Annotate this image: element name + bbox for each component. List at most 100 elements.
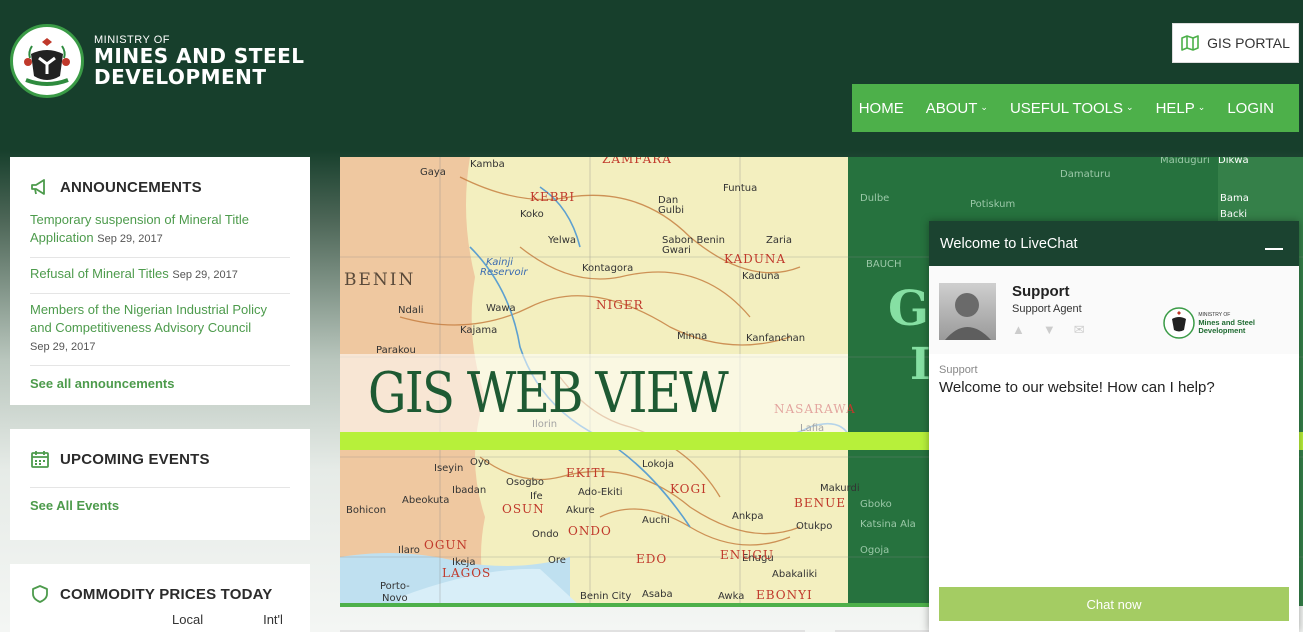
logo-line-1: MINES AND STEEL xyxy=(94,44,305,68)
commodity-card: COMMODITY PRICES TODAY Local Int'l xyxy=(10,564,310,632)
svg-text:ONDO: ONDO xyxy=(568,524,612,538)
thumbs-down-icon[interactable]: ▼ xyxy=(1043,322,1056,338)
svg-text:Kanfanchan: Kanfanchan xyxy=(746,333,805,344)
nav-about[interactable]: ABOUT ⌄ xyxy=(915,100,999,117)
svg-text:Damaturu: Damaturu xyxy=(1060,169,1110,180)
svg-text:Ondo: Ondo xyxy=(532,529,559,540)
svg-text:BAUCH: BAUCH xyxy=(866,259,902,270)
svg-text:Iseyin: Iseyin xyxy=(434,463,463,474)
gis-portal-button[interactable]: GIS PORTAL xyxy=(1172,23,1299,63)
svg-text:Minna: Minna xyxy=(677,331,707,342)
nav-help-label: HELP xyxy=(1155,99,1195,117)
coat-of-arms-icon xyxy=(10,24,84,98)
nav-about-label: ABOUT xyxy=(925,99,978,117)
svg-text:Ankpa: Ankpa xyxy=(732,511,763,522)
see-all-events-link[interactable]: See All Events xyxy=(30,488,290,529)
svg-text:Ndali: Ndali xyxy=(398,305,424,316)
events-card: UPCOMING EVENTS See All Events xyxy=(10,429,310,540)
site-logo[interactable]: MINISTRY OF MINES AND STEEL DEVELOPMENT xyxy=(10,24,305,98)
svg-text:OGUN: OGUN xyxy=(424,538,468,552)
svg-text:Ogoja: Ogoja xyxy=(860,545,889,556)
nav-useful-tools-label: USEFUL TOOLS xyxy=(1009,99,1124,117)
svg-text:BENIN: BENIN xyxy=(344,270,415,290)
svg-text:Oyo: Oyo xyxy=(470,457,490,468)
svg-text:ZAMFARA: ZAMFARA xyxy=(602,157,672,166)
svg-text:Bohicon: Bohicon xyxy=(346,505,386,516)
nav-home-label: HOME xyxy=(858,99,904,117)
livechat-widget: Welcome to LiveChat Support Support Agen… xyxy=(929,221,1299,632)
calendar-icon xyxy=(31,451,49,468)
announcements-card: ANNOUNCEMENTS Temporary suspension of Mi… xyxy=(10,157,310,405)
svg-text:Ilaro: Ilaro xyxy=(398,545,420,556)
announcement-item[interactable]: Refusal of Mineral Titles Sep 29, 2017 xyxy=(30,258,290,294)
svg-text:Kamba: Kamba xyxy=(470,159,505,170)
svg-text:Yelwa: Yelwa xyxy=(547,235,576,246)
svg-text:Lokoja: Lokoja xyxy=(642,459,674,470)
map-icon xyxy=(1181,35,1199,51)
svg-text:Maiduguri: Maiduguri xyxy=(1160,157,1210,166)
svg-text:EBONYI: EBONYI xyxy=(756,588,813,602)
minimize-icon[interactable] xyxy=(1265,247,1283,250)
shield-icon xyxy=(32,585,48,603)
svg-text:Dikwa: Dikwa xyxy=(1218,157,1249,166)
agent-avatar xyxy=(939,283,996,340)
nav-login-label: LOGIN xyxy=(1227,99,1274,117)
svg-text:Kajama: Kajama xyxy=(460,325,497,336)
nav-useful-tools[interactable]: USEFUL TOOLS ⌄ xyxy=(999,100,1145,117)
nav-login[interactable]: LOGIN xyxy=(1216,100,1285,117)
company-logo: MINISTRY OF Mines and Steel Development xyxy=(1163,291,1255,354)
svg-text:Otukpo: Otukpo xyxy=(796,521,832,532)
svg-text:OSUN: OSUN xyxy=(502,502,545,516)
svg-text:Ado-Ekiti: Ado-Ekiti xyxy=(578,487,623,498)
chevron-down-icon: ⌄ xyxy=(1126,101,1134,112)
chevron-down-icon: ⌄ xyxy=(1197,101,1206,112)
svg-text:Porto-: Porto- xyxy=(380,581,410,592)
announcement-link[interactable]: Members of the Nigerian Industrial Polic… xyxy=(30,301,290,337)
svg-text:LAGOS: LAGOS xyxy=(442,566,491,580)
announcement-item[interactable]: Members of the Nigerian Industrial Polic… xyxy=(30,294,290,366)
svg-text:Bama: Bama xyxy=(1220,193,1249,204)
nav-help[interactable]: HELP ⌄ xyxy=(1145,100,1217,117)
column-local: Local xyxy=(172,612,204,627)
svg-text:Ore: Ore xyxy=(548,555,566,566)
announcements-title: ANNOUNCEMENTS xyxy=(60,178,202,196)
agent-panel: Support Support Agent ▲ ▼ ✉ MINISTRY OF … xyxy=(929,266,1299,354)
announcement-date: Sep 29, 2017 xyxy=(30,341,96,353)
svg-text:Kontagora: Kontagora xyxy=(582,263,633,274)
svg-text:Katsina Ala: Katsina Ala xyxy=(860,519,916,530)
announcement-item[interactable]: Temporary suspension of Mineral Title Ap… xyxy=(30,211,290,258)
svg-text:Abeokuta: Abeokuta xyxy=(402,495,449,506)
svg-text:Potiskum: Potiskum xyxy=(970,199,1015,210)
svg-text:Backi: Backi xyxy=(1220,209,1247,220)
svg-text:Funtua: Funtua xyxy=(723,183,757,194)
agent-role: Support Agent xyxy=(1012,303,1082,315)
svg-text:EDO: EDO xyxy=(636,552,667,566)
hero-accent-bar xyxy=(340,603,930,607)
svg-text:KOGI: KOGI xyxy=(670,482,707,496)
svg-text:KEBBI: KEBBI xyxy=(530,190,575,204)
coat-of-arms-icon xyxy=(1163,306,1196,339)
agent-name: Support xyxy=(1012,283,1070,300)
svg-text:Gulbi: Gulbi xyxy=(658,205,684,216)
events-title: UPCOMING EVENTS xyxy=(60,450,210,468)
see-all-announcements-link[interactable]: See all announcements xyxy=(30,366,290,407)
announcement-link[interactable]: Refusal of Mineral Titles xyxy=(30,266,169,281)
svg-text:KADUNA: KADUNA xyxy=(724,252,786,266)
svg-text:Benin City: Benin City xyxy=(580,591,631,602)
svg-text:Kaduna: Kaduna xyxy=(742,271,780,282)
announcement-date: Sep 29, 2017 xyxy=(97,233,163,245)
svg-text:Auchi: Auchi xyxy=(642,515,670,526)
svg-text:Reservoir: Reservoir xyxy=(480,267,528,278)
chat-header-title: Welcome to LiveChat xyxy=(940,235,1078,252)
thumbs-up-icon[interactable]: ▲ xyxy=(1012,322,1025,338)
nav-home[interactable]: HOME xyxy=(848,100,915,117)
svg-text:Gboko: Gboko xyxy=(860,499,892,510)
message-text: Welcome to our website! How can I help? xyxy=(939,379,1215,396)
svg-text:Dulbe: Dulbe xyxy=(860,193,889,204)
chat-now-button[interactable]: Chat now xyxy=(939,587,1289,621)
email-icon[interactable]: ✉ xyxy=(1074,322,1085,338)
svg-text:Ife: Ife xyxy=(530,491,543,502)
chat-header[interactable]: Welcome to LiveChat xyxy=(929,221,1299,266)
megaphone-icon xyxy=(31,179,45,195)
svg-text:ENUGU: ENUGU xyxy=(720,548,774,562)
